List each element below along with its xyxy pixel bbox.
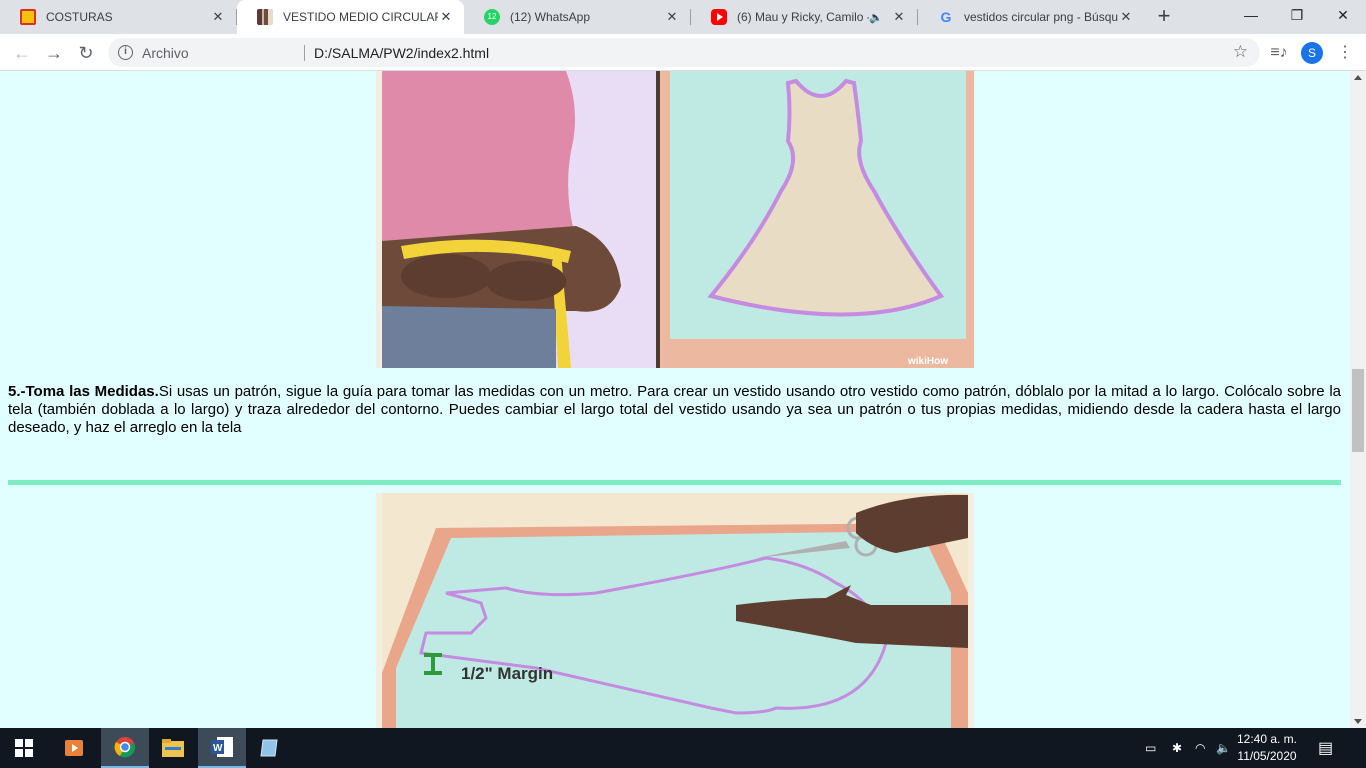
- site-info-icon[interactable]: i: [118, 45, 133, 60]
- file-explorer-icon[interactable]: [149, 728, 197, 768]
- forward-arrow-icon[interactable]: →: [40, 39, 68, 67]
- back-arrow-icon[interactable]: ←: [8, 39, 36, 67]
- tab-whatsapp[interactable]: 12 (12) WhatsApp ✕: [464, 0, 690, 34]
- windows-start-icon[interactable]: [0, 728, 48, 768]
- new-tab-button[interactable]: +: [1152, 5, 1176, 29]
- page-scrollbar[interactable]: [1350, 71, 1366, 728]
- url-text[interactable]: D:/SALMA/PW2/index2.html: [314, 45, 489, 61]
- costuras-favicon-icon: [20, 9, 36, 25]
- clock-time: 12:40 a. m.: [1236, 732, 1298, 746]
- windows-taskbar: W ▭ ✱ ◠ 🔈 12:40 a. m. 11/05/2020 ▤: [0, 728, 1366, 768]
- measuring-illustration: wikiHow: [382, 71, 974, 368]
- page-viewport: wikiHow 5.-Toma las Medidas.Si usas un p…: [0, 71, 1350, 728]
- section-divider: [8, 480, 1341, 485]
- step-image-measuring: wikiHow: [376, 71, 974, 368]
- clock-date: 11/05/2020: [1237, 749, 1297, 763]
- audio-playing-icon[interactable]: 🔈: [869, 11, 883, 24]
- close-tab-icon[interactable]: ✕: [1118, 9, 1134, 25]
- step-paragraph: 5.-Toma las Medidas.Si usas un patrón, s…: [8, 383, 1341, 437]
- tab-costuras[interactable]: COSTURAS ✕: [0, 0, 236, 34]
- step-image-cutting: 1/2" Margin: [376, 493, 974, 728]
- menu-kebab-icon[interactable]: ⋮: [1334, 42, 1356, 64]
- tab-strip: COSTURAS ✕ VESTIDO MEDIO CIRCULAR ✕ 12 (…: [0, 0, 1366, 34]
- tab-google-search[interactable]: G vestidos circular png - Búsque ✕: [918, 0, 1144, 34]
- notifications-icon[interactable]: ▤: [1318, 728, 1333, 768]
- bluetooth-icon[interactable]: ✱: [1172, 728, 1182, 768]
- notepad-app-icon[interactable]: [245, 728, 293, 768]
- scroll-up-icon[interactable]: [1354, 75, 1362, 80]
- cutting-illustration: 1/2" Margin: [382, 493, 968, 728]
- reload-icon[interactable]: ↻: [72, 39, 100, 67]
- media-control-icon[interactable]: ≡♪: [1268, 42, 1290, 64]
- media-player-icon[interactable]: [50, 728, 98, 768]
- scroll-down-icon[interactable]: [1354, 719, 1362, 724]
- volume-icon[interactable]: 🔈: [1216, 728, 1231, 768]
- svg-text:W: W: [213, 743, 223, 754]
- close-tab-icon[interactable]: ✕: [664, 9, 680, 25]
- google-icon: G: [940, 9, 952, 25]
- browser-toolbar: ← → ↻ i Archivo D:/SALMA/PW2/index2.html…: [0, 34, 1366, 71]
- close-tab-icon[interactable]: ✕: [210, 9, 226, 25]
- vestido-favicon-icon: [257, 9, 273, 25]
- profile-avatar[interactable]: S: [1301, 42, 1323, 64]
- address-bar[interactable]: i Archivo D:/SALMA/PW2/index2.html ☆: [108, 38, 1260, 67]
- scroll-thumb[interactable]: [1352, 369, 1364, 452]
- youtube-icon: [711, 9, 727, 25]
- margin-label: 1/2" Margin: [461, 664, 553, 683]
- taskbar-clock[interactable]: 12:40 a. m. 11/05/2020: [1232, 731, 1302, 765]
- bookmark-star-icon[interactable]: ☆: [1233, 42, 1248, 62]
- scheme-label: Archivo: [142, 45, 189, 61]
- step-heading: 5.-Toma las Medidas.: [8, 383, 159, 400]
- tab-vestido-medio-circular[interactable]: VESTIDO MEDIO CIRCULAR ✕: [237, 0, 464, 34]
- word-icon[interactable]: W: [198, 728, 246, 768]
- address-divider: [304, 45, 305, 61]
- wifi-icon[interactable]: ◠: [1195, 728, 1205, 768]
- close-tab-icon[interactable]: ✕: [891, 9, 907, 25]
- whatsapp-icon: 12: [484, 9, 500, 25]
- step-body: Si usas un patrón, sigue la guía para to…: [8, 383, 1341, 436]
- tab-youtube[interactable]: (6) Mau y Ricky, Camilo - L 🔈 ✕: [691, 0, 917, 34]
- close-window-icon[interactable]: ✕: [1320, 0, 1366, 32]
- battery-icon[interactable]: ▭: [1145, 728, 1156, 768]
- chrome-icon[interactable]: [101, 728, 149, 768]
- minimize-icon[interactable]: —: [1228, 0, 1274, 32]
- close-tab-icon[interactable]: ✕: [438, 9, 454, 25]
- restore-icon[interactable]: ❐: [1274, 0, 1320, 32]
- wikihow-watermark: wikiHow: [907, 356, 948, 367]
